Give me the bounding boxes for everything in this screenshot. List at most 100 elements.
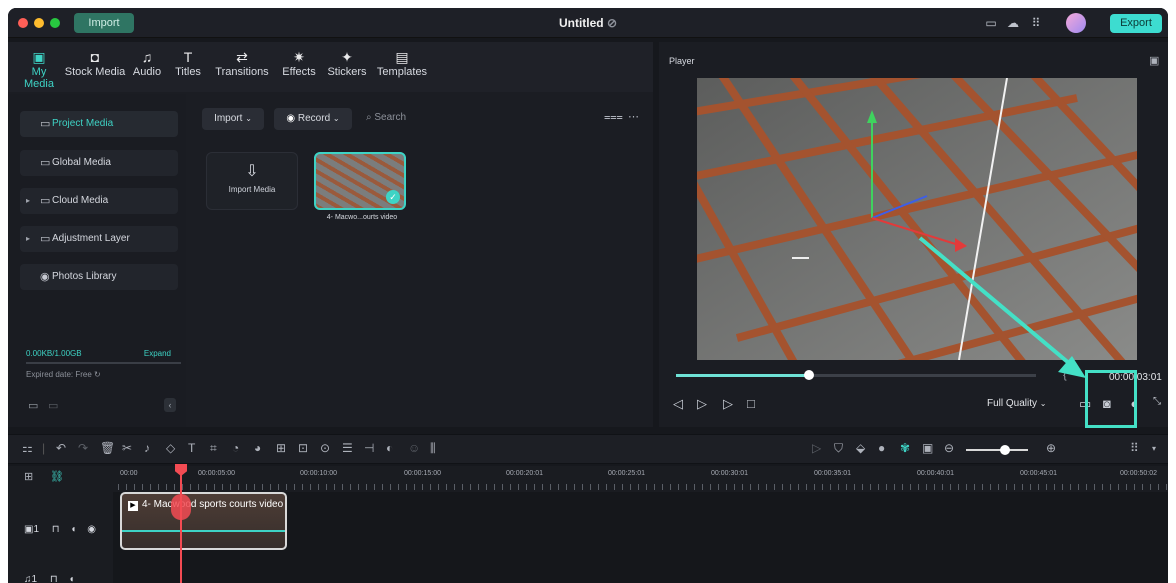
snapshot-settings-icon[interactable]: ▣ xyxy=(1149,54,1159,67)
add-track-icon[interactable]: ⊞ xyxy=(24,470,33,483)
tab-templates[interactable]: ▤ Templates xyxy=(374,48,430,78)
sidebar-item-label: Adjustment Layer xyxy=(52,233,130,244)
shield-icon[interactable]: ⛉ xyxy=(834,441,843,456)
speed-icon[interactable]: ◔ xyxy=(232,441,239,455)
transition-icon[interactable]: ⊣ xyxy=(364,441,374,455)
tab-titles[interactable]: T Titles xyxy=(172,48,204,78)
expand-arrow-icon[interactable]: ▸ xyxy=(26,188,30,214)
video-preview[interactable] xyxy=(697,78,1137,360)
folder-icon: ▭ xyxy=(40,118,51,130)
next-frame-icon[interactable]: ▷ xyxy=(697,396,707,412)
minimize-window-button[interactable] xyxy=(34,18,44,28)
link-icon[interactable]: ⛓ xyxy=(50,470,64,483)
fit-icon[interactable]: ⊡ xyxy=(298,441,308,455)
pip-icon[interactable]: ▣ xyxy=(922,441,933,455)
delete-icon[interactable]: 🗑 xyxy=(100,441,115,455)
lock-icon[interactable]: ⊓ xyxy=(50,574,58,583)
export-button[interactable]: Export xyxy=(1110,14,1162,33)
refresh-icon[interactable]: ↻ xyxy=(94,370,101,379)
zoom-out-icon[interactable]: ⊖ xyxy=(944,441,954,455)
import-dropdown[interactable]: Import ⌄ xyxy=(202,108,264,130)
lock-icon[interactable]: ⊓ xyxy=(52,524,60,535)
avatar[interactable] xyxy=(1066,13,1086,33)
mic-icon[interactable]: ● xyxy=(878,441,885,455)
volume-icon[interactable]: ◖ xyxy=(70,524,76,535)
ruler-label: 00:00:30:01 xyxy=(711,470,748,477)
expand-storage-link[interactable]: Expand xyxy=(144,349,171,358)
tab-transitions[interactable]: ⇄ Transitions xyxy=(211,48,273,78)
volume-icon[interactable]: ◖ xyxy=(68,574,74,583)
zoom-window-button[interactable] xyxy=(50,18,60,28)
render-icon[interactable]: ▷ xyxy=(812,441,821,455)
fullscreen-icon[interactable]: ⤡ xyxy=(1153,396,1161,407)
freeze-icon[interactable]: ⊞ xyxy=(276,441,286,455)
playhead-line[interactable] xyxy=(180,464,182,583)
close-window-button[interactable] xyxy=(18,18,28,28)
play-icon[interactable]: ▷ xyxy=(723,396,733,412)
stop-icon[interactable]: □ xyxy=(747,396,755,411)
ai-tool-icon[interactable]: ✾ xyxy=(900,441,910,455)
search-input[interactable]: ⌕ Search xyxy=(366,112,406,123)
collapse-sidebar-icon[interactable]: ‹ xyxy=(164,398,176,412)
sidebar-item-project-media[interactable]: ▭ Project Media xyxy=(20,111,178,137)
ai-icon[interactable]: ⊙ xyxy=(320,441,330,455)
tab-effects[interactable]: ✷ Effects xyxy=(278,48,320,78)
crop-icon[interactable]: ⌗ xyxy=(210,441,217,456)
layout-icon[interactable]: ▭ xyxy=(984,16,998,30)
media-clip-name: 4- Macwo...ourts video xyxy=(326,214,398,221)
filter-icon[interactable]: ⩶ xyxy=(604,111,623,124)
project-title-text: Untitled xyxy=(558,16,604,30)
court-frame-image xyxy=(697,78,1137,360)
record-dropdown[interactable]: ◉ Record ⌄ xyxy=(274,108,352,130)
mark-in-icon[interactable]: { xyxy=(1063,369,1067,381)
timeline-video-clip[interactable]: ▶ 4- Macwood sports courts video xyxy=(120,492,287,550)
tag-icon[interactable]: ◇ xyxy=(166,441,175,455)
import-button[interactable]: Import xyxy=(74,13,134,33)
marker-icon[interactable]: ⬙ xyxy=(856,441,865,455)
sidebar-item-cloud-media[interactable]: ▸ ▭ Cloud Media xyxy=(20,188,178,214)
playback-progress-bar[interactable] xyxy=(676,370,1036,380)
stickers-icon: ✦ xyxy=(341,49,353,65)
zoom-slider[interactable] xyxy=(966,445,1028,455)
photos-icon: ◉ xyxy=(40,271,50,283)
tab-audio[interactable]: ♫ Audio xyxy=(131,48,163,78)
zoom-slider-handle[interactable] xyxy=(1000,445,1010,455)
previous-frame-icon[interactable]: ◁ xyxy=(673,396,683,412)
quality-dropdown[interactable]: Full Quality ⌄ xyxy=(987,398,1047,409)
cloud-icon[interactable]: ☁ xyxy=(1006,16,1020,30)
new-folder-icon[interactable]: ▭ xyxy=(28,399,38,412)
playback-scrubber-handle[interactable] xyxy=(804,370,815,380)
sidebar-item-photos-library[interactable]: ◉ Photos Library xyxy=(20,264,178,290)
sidebar-item-global-media[interactable]: ▭ Global Media xyxy=(20,150,178,176)
eye-icon[interactable]: ◉ xyxy=(87,524,96,535)
split-icon[interactable]: ☰ xyxy=(342,441,353,455)
expand-arrow-icon[interactable]: ▸ xyxy=(26,226,30,252)
sidebar-item-adjustment-layer[interactable]: ▸ ▭ Adjustment Layer xyxy=(20,226,178,252)
zoom-in-icon[interactable]: ⊕ xyxy=(1046,441,1056,455)
tab-stickers[interactable]: ✦ Stickers xyxy=(324,48,370,78)
import-icon: ⇩ xyxy=(245,163,259,180)
folder-icon: ▭ xyxy=(40,233,51,245)
text-icon[interactable]: T xyxy=(188,441,195,455)
smart-cut-icon[interactable]: ☺ xyxy=(408,441,420,455)
more-options-icon[interactable]: ⋯ xyxy=(628,110,639,123)
storage-usage: 0.00KB/1.00GB xyxy=(26,349,82,358)
undo-icon[interactable]: ↶ xyxy=(56,441,66,455)
folder-action-icon[interactable]: ▭ xyxy=(48,399,58,412)
playhead-handle[interactable] xyxy=(171,494,191,520)
tab-stock-media[interactable]: ◘ Stock Media xyxy=(64,48,126,78)
apps-grid-icon[interactable]: ⠿ xyxy=(1029,16,1043,30)
chevron-down-icon[interactable]: ▾ xyxy=(1152,444,1156,453)
audio-wave-icon[interactable]: ⫼ xyxy=(430,441,436,456)
media-clip-thumbnail[interactable]: ✓ xyxy=(314,152,406,210)
cut-icon[interactable]: ✂ xyxy=(122,441,132,455)
redo-icon[interactable]: ↷ xyxy=(78,441,88,455)
tab-my-media[interactable]: ▣ My Media xyxy=(18,48,60,90)
import-media-tile[interactable]: ⇩ Import Media xyxy=(206,152,298,210)
motion-icon[interactable]: ◐ xyxy=(386,441,393,455)
layout-switch-icon[interactable]: ⚏ xyxy=(22,441,33,455)
audio-detach-icon[interactable]: ♪ xyxy=(144,441,150,455)
grid-view-icon[interactable]: ⠿ xyxy=(1130,441,1139,455)
sidebar-item-label: Photos Library xyxy=(52,271,117,282)
color-icon[interactable]: ◕ xyxy=(254,441,261,455)
